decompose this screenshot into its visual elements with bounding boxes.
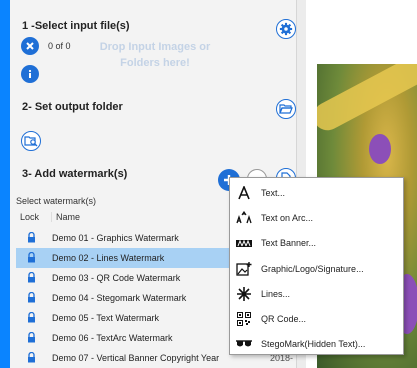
column-name[interactable]: Name — [51, 212, 80, 222]
folder-open-icon — [279, 104, 293, 114]
row-name: Demo 07 - Vertical Banner Copyright Year — [52, 353, 220, 363]
select-watermarks-label: Select watermark(s) — [16, 196, 97, 206]
menu-item-label: Text on Arc... — [261, 213, 314, 223]
menu-item-label: Graphic/Logo/Signature... — [261, 264, 364, 274]
lock-icon[interactable] — [27, 232, 36, 243]
menu-item-text[interactable]: Text... — [230, 182, 403, 204]
menu-item-qr-code[interactable]: QR Code... — [230, 308, 403, 330]
menu-item-text-arc[interactable]: Text on Arc... — [230, 207, 403, 229]
lock-icon[interactable] — [27, 272, 36, 283]
sunglasses-icon — [236, 336, 252, 352]
row-name: Demo 04 - Stegomark Watermark — [52, 293, 187, 303]
drop-hint-line1: Drop Input Images or — [99, 41, 211, 53]
info-button[interactable] — [21, 65, 39, 83]
menu-item-label: Lines... — [261, 289, 291, 299]
text-arc-icon — [236, 210, 252, 226]
text-banner-icon — [236, 235, 252, 251]
row-name: Demo 02 - Lines Watermark — [52, 253, 165, 263]
lock-icon[interactable] — [27, 352, 36, 363]
lock-icon[interactable] — [27, 312, 36, 323]
close-icon — [26, 42, 34, 50]
row-name: Demo 05 - Text Watermark — [52, 313, 160, 323]
settings-button[interactable] — [276, 19, 296, 39]
row-name: Demo 01 - Graphics Watermark — [52, 233, 179, 243]
menu-item-label: QR Code... — [261, 314, 307, 324]
gear-icon — [279, 22, 293, 36]
section-output-title: 2- Set output folder — [22, 101, 123, 113]
row-name: Demo 03 - QR Code Watermark — [52, 273, 181, 283]
text-icon — [236, 185, 252, 201]
lock-icon[interactable] — [27, 332, 36, 343]
section-input-title: 1 -Select input file(s) — [22, 20, 130, 32]
add-watermark-menu: Text... Text on Arc... Text Banner... Gr… — [229, 177, 404, 355]
browse-output-button[interactable] — [276, 99, 296, 119]
output-folder-search-button[interactable] — [21, 131, 41, 151]
section-watermark-title: 3- Add watermark(s) — [22, 168, 128, 180]
lock-icon[interactable] — [27, 292, 36, 303]
drop-zone[interactable]: Drop Input Images or Folders here! — [92, 39, 218, 71]
menu-item-label: StegoMark(Hidden Text)... — [261, 339, 366, 349]
image-add-icon — [236, 261, 252, 277]
input-count: 0 of 0 — [48, 41, 71, 51]
menu-item-label: Text Banner... — [261, 238, 317, 248]
folder-search-icon — [24, 136, 38, 147]
drop-hint-line2: Folders here! — [120, 57, 190, 69]
qr-code-icon — [236, 311, 252, 327]
column-lock[interactable]: Lock — [20, 212, 39, 222]
menu-item-label: Text... — [261, 188, 286, 198]
lock-icon[interactable] — [27, 252, 36, 263]
lines-icon — [236, 286, 252, 302]
menu-item-lines[interactable]: Lines... — [230, 283, 403, 305]
menu-item-graphic[interactable]: Graphic/Logo/Signature... — [230, 258, 403, 280]
clear-input-button[interactable] — [21, 37, 39, 55]
row-name: Demo 06 - TextArc Watermark — [52, 333, 173, 343]
menu-item-text-banner[interactable]: Text Banner... — [230, 232, 403, 254]
window-edge — [0, 0, 10, 368]
menu-item-stegomark[interactable]: StegoMark(Hidden Text)... — [230, 333, 403, 355]
info-icon — [28, 69, 32, 78]
